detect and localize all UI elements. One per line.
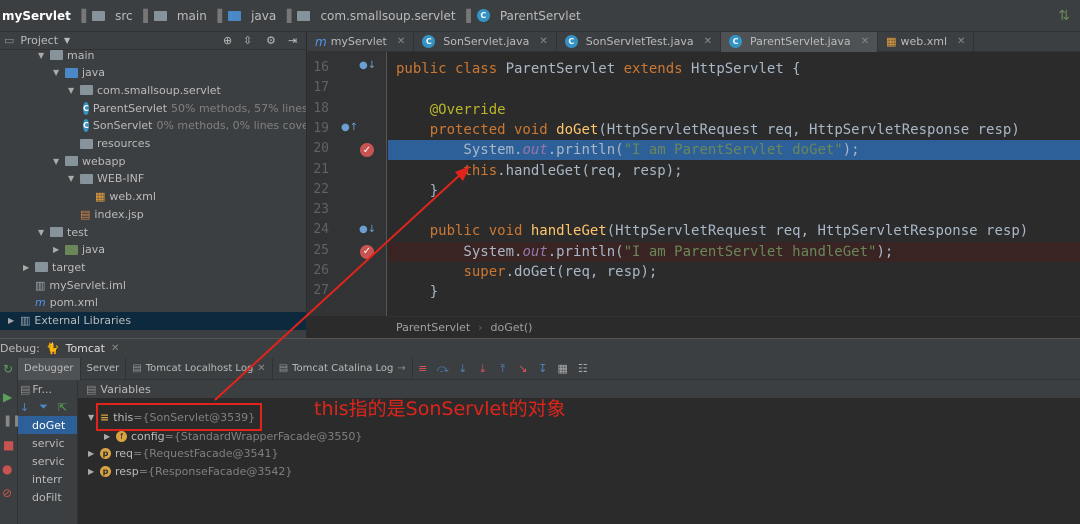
annotation-arrow-line (214, 172, 463, 401)
annotation-arrow (214, 166, 470, 401)
annotation-arrow-head (455, 166, 470, 181)
annotation-text: this指的是SonServlet的对象 (314, 398, 566, 420)
